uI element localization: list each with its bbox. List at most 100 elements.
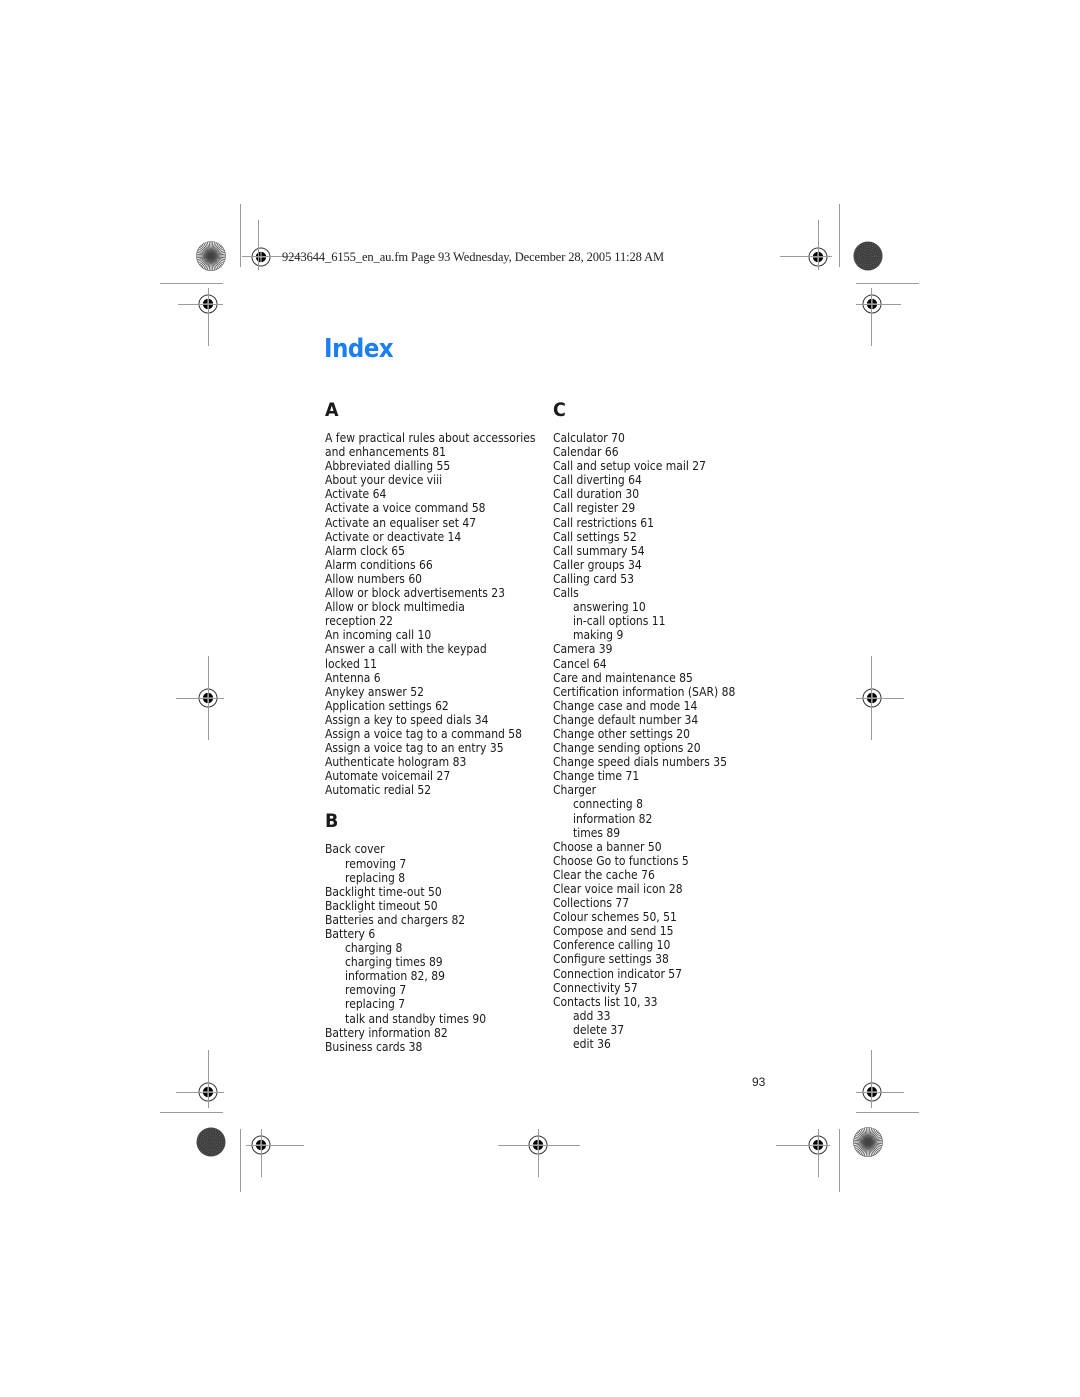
- index-entry: Call summary 54: [553, 542, 645, 558]
- index-entry: Connectivity 57: [553, 979, 638, 995]
- index-entry: Activate a voice command 58: [325, 500, 486, 516]
- index-entry: Assign a voice tag to an entry 35: [325, 740, 504, 756]
- index-subentry: removing 7: [345, 855, 407, 871]
- index-entry: Cancel 64: [553, 655, 607, 671]
- crop-mark: [176, 698, 224, 699]
- index-entry: Assign a key to speed dials 34: [325, 711, 489, 727]
- index-entry: Backlight timeout 50: [325, 897, 438, 913]
- color-wheel-light-icon: [196, 241, 226, 271]
- index-entry: and enhancements 81: [325, 444, 446, 460]
- index-entry: Clear the cache 76: [553, 866, 655, 882]
- crop-mark: [498, 1145, 580, 1146]
- index-entry: Change default number 34: [553, 711, 699, 727]
- index-subentry: answering 10: [573, 599, 646, 615]
- index-entry: Alarm clock 65: [325, 542, 405, 558]
- crop-mark: [856, 1112, 919, 1113]
- crop-mark: [856, 698, 904, 699]
- index-subentry: connecting 8: [573, 796, 643, 812]
- index-entry: Configure settings 38: [553, 951, 669, 967]
- index-entry: Calling card 53: [553, 570, 634, 586]
- section-a-entries: A few practical rules about accessories a…: [325, 430, 553, 798]
- index-entry: Conference calling 10: [553, 937, 671, 953]
- index-entry: Camera 39: [553, 641, 613, 657]
- index-entry: Batteries and chargers 82: [325, 911, 466, 927]
- crop-mark: [160, 1112, 223, 1113]
- index-entry: Call register 29: [553, 500, 636, 516]
- index-subentry: talk and standby times 90: [345, 1010, 487, 1026]
- index-entry: Application settings 62: [325, 697, 449, 713]
- index-entry: Call diverting 64: [553, 472, 642, 488]
- crop-mark: [818, 1129, 819, 1177]
- index-subentry: replacing 7: [345, 996, 406, 1012]
- index-entry: Back cover: [325, 841, 385, 857]
- crop-mark: [839, 1129, 840, 1192]
- index-entry: Authenticate hologram 83: [325, 754, 467, 770]
- crop-mark: [839, 204, 840, 267]
- index-column-left: A A few practical rules about accessorie…: [325, 398, 553, 1054]
- index-subentry: in-call options 11: [573, 613, 666, 629]
- index-entry: Call restrictions 61: [553, 514, 654, 530]
- index-entry: Battery information 82: [325, 1024, 448, 1040]
- document-page: 9243644_6155_en_au.fm Page 93 Wednesday,…: [0, 0, 1080, 1397]
- index-entry: Backlight time-out 50: [325, 883, 442, 899]
- index-entry: Compose and send 15: [553, 923, 674, 939]
- index-entry: Activate or deactivate 14: [325, 528, 462, 544]
- index-entry: Call settings 52: [553, 528, 637, 544]
- index-entry: Answer a call with the keypad: [325, 641, 487, 657]
- crop-mark: [246, 1145, 304, 1146]
- index-entry: Contacts list 10, 33: [553, 993, 658, 1009]
- section-letter-a: A: [325, 399, 339, 421]
- color-wheel-light-icon: [853, 1127, 883, 1157]
- index-entry: Antenna 6: [325, 669, 381, 685]
- index-entry: Allow or block advertisements 23: [325, 585, 506, 601]
- index-entry: reception 22: [325, 613, 394, 629]
- index-entry: Calculator 70: [553, 430, 625, 445]
- registration-mark-icon: [250, 246, 272, 268]
- crop-mark: [258, 220, 259, 270]
- index-entry: Assign a voice tag to a command 58: [325, 725, 523, 741]
- index-entry: Battery 6: [325, 926, 376, 941]
- section-b-entries: Back cover removing 7 replacing 8 Backlight…: [325, 841, 553, 1054]
- index-subentry: replacing 8: [345, 869, 406, 885]
- crop-mark: [208, 1050, 209, 1108]
- index-column-right: C Calculator 70 Calendar 66 Call and setup…: [553, 398, 781, 1051]
- index-subentry: information 82, 89: [345, 968, 445, 984]
- index-entry: Calls: [553, 585, 579, 601]
- index-entry: Change case and mode 14: [553, 697, 698, 713]
- index-entry: Alarm conditions 66: [325, 556, 433, 572]
- crop-mark: [208, 288, 209, 346]
- index-subentry: add 33: [573, 1007, 611, 1023]
- index-subentry: charging 8: [345, 940, 403, 956]
- index-subentry: delete 37: [573, 1021, 625, 1037]
- section-c-entries: Calculator 70 Calendar 66 Call and setup v…: [553, 430, 781, 1052]
- index-entry: Activate an equaliser set 47: [325, 514, 477, 530]
- index-subentry: making 9: [573, 627, 624, 643]
- index-entry: About your device viii: [325, 472, 443, 488]
- index-entry: Activate 64: [325, 486, 387, 502]
- index-entry: Caller groups 34: [553, 556, 642, 572]
- index-entry: Call and setup voice mail 27: [553, 458, 707, 474]
- crop-mark: [776, 1145, 830, 1146]
- index-entry: A few practical rules about accessories: [325, 430, 536, 445]
- index-entry: Change other settings 20: [553, 725, 690, 741]
- index-entry: Choose Go to functions 5: [553, 852, 689, 868]
- index-entry: Automatic redial 52: [325, 782, 432, 798]
- color-wheel-dark-icon: [853, 241, 883, 271]
- index-entry: Care and maintenance 85: [553, 669, 693, 685]
- crop-mark: [856, 1092, 904, 1093]
- index-entry: Choose a banner 50: [553, 838, 662, 854]
- index-entry: Automate voicemail 27: [325, 768, 451, 784]
- index-entry: Change speed dials numbers 35: [553, 754, 728, 770]
- index-entry: Certification information (SAR) 88: [553, 683, 736, 699]
- index-entry: locked 11: [325, 655, 377, 671]
- page-number: 93: [752, 1075, 766, 1089]
- index-entry: Connection indicator 57: [553, 965, 683, 981]
- index-subentry: edit 36: [573, 1036, 611, 1052]
- crop-mark: [871, 1050, 872, 1108]
- crop-mark: [780, 256, 832, 257]
- crop-mark: [856, 283, 919, 284]
- crop-mark: [538, 1129, 539, 1177]
- crop-mark: [261, 1129, 262, 1177]
- crop-mark: [871, 288, 872, 346]
- page-title: Index: [324, 334, 394, 364]
